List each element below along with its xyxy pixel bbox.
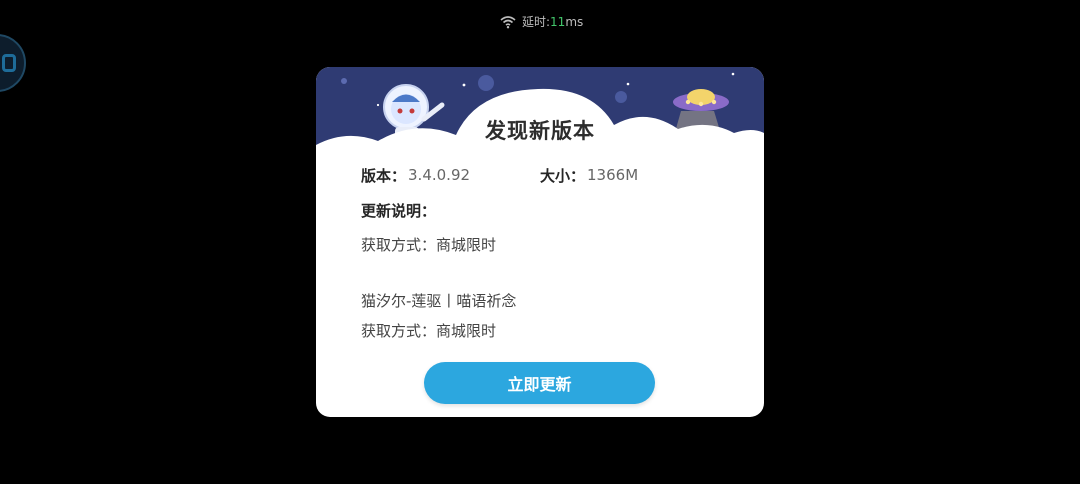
wifi-icon (500, 15, 516, 29)
update-now-button[interactable]: 立即更新 (424, 362, 655, 404)
latency-value: 11 (550, 15, 566, 29)
latency-unit: ms (565, 15, 584, 29)
dialog-content: 版本： 3.4.0.92 大小： 1366M 更新说明： 获取方式：商城限时 猫… (361, 163, 731, 342)
latency-label: 延时: (522, 15, 551, 29)
latency-readout: 延时:11ms (522, 13, 583, 30)
release-notes-heading: 更新说明： (361, 198, 731, 222)
update-dialog: 发现新版本 版本： 3.4.0.92 大小： 1366M 更新说明： 获取方式：… (316, 67, 764, 417)
notes-label: 更新说明： (361, 201, 437, 220)
floating-assist-button[interactable] (0, 34, 26, 92)
version-label: 版本： (361, 166, 407, 185)
release-note-line: 猫汐尔-莲驱丨喵语祈念 (361, 291, 517, 310)
floating-button-icon (2, 54, 16, 72)
size-label: 大小： (540, 166, 586, 185)
release-note-line: 获取方式：商城限时 (361, 321, 497, 340)
size-block: 大小： 1366M (540, 163, 638, 187)
version-value: 3.4.0.92 (408, 166, 471, 184)
dialog-title: 发现新版本 (485, 119, 595, 143)
info-row: 版本： 3.4.0.92 大小： 1366M (361, 163, 731, 187)
release-note-line: 获取方式：商城限时 (361, 235, 497, 254)
status-bar: 延时:11ms (500, 13, 583, 30)
size-value: 1366M (587, 166, 639, 184)
